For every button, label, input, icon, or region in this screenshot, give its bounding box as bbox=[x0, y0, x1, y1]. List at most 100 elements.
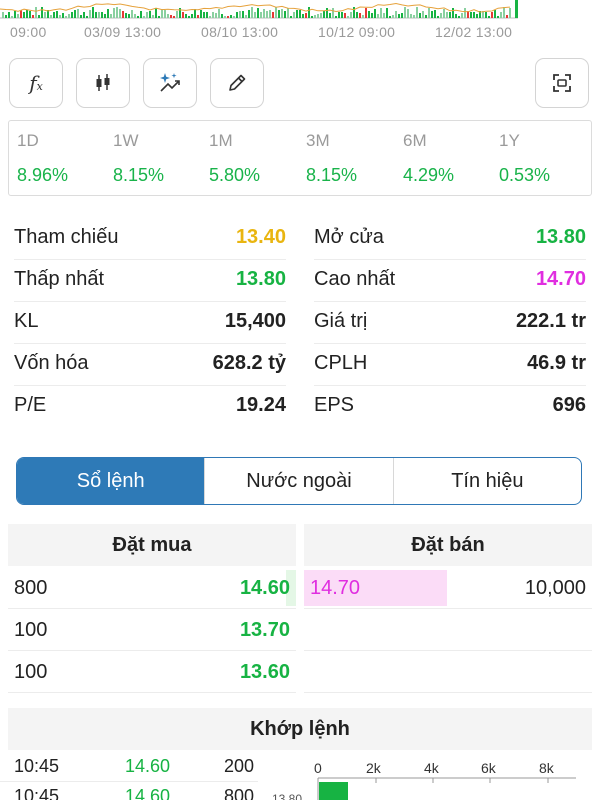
stat-reference: Tham chiếu 13.40 bbox=[14, 218, 286, 260]
strip-volume-bar bbox=[476, 14, 478, 18]
stat-low: Thấp nhất 13.80 bbox=[14, 260, 286, 302]
performance-1m[interactable]: 1M 5.80% bbox=[209, 131, 299, 186]
strip-volume-bar bbox=[347, 16, 349, 18]
performance-6m[interactable]: 6M 4.29% bbox=[403, 131, 493, 186]
stat-open: Mở cửa 13.80 bbox=[314, 218, 586, 260]
strip-volume-bar bbox=[488, 16, 490, 18]
stat-pe: P/E 19.24 bbox=[14, 386, 286, 428]
strip-volume-bar bbox=[107, 9, 109, 18]
strip-volume-bar bbox=[116, 7, 118, 18]
period-change: 4.29% bbox=[403, 165, 455, 185]
strip-volume-bar bbox=[173, 16, 175, 18]
buy-row[interactable]: 100 13.70 bbox=[8, 610, 296, 651]
strip-volume-bar bbox=[110, 14, 112, 18]
strip-volume-bar bbox=[398, 14, 400, 18]
strip-volume-bar bbox=[281, 9, 283, 18]
period-change: 8.15% bbox=[306, 165, 358, 185]
strip-volume-bar bbox=[77, 9, 79, 18]
strip-volume-bar bbox=[74, 10, 76, 18]
time-label: 09:00 bbox=[10, 24, 47, 40]
strip-volume-bar bbox=[197, 15, 199, 18]
indicator-button[interactable]: fx bbox=[9, 58, 63, 108]
buy-volume: 100 bbox=[14, 661, 48, 683]
price-level-tick: 13.80 bbox=[272, 792, 303, 800]
strip-volume-bar bbox=[500, 12, 502, 18]
strip-volume-bar bbox=[98, 12, 100, 18]
stat-value: 628.2 tỷ bbox=[212, 352, 286, 374]
strip-volume-bar bbox=[362, 15, 364, 18]
strip-volume-bar bbox=[14, 11, 16, 18]
stat-label: Vốn hóa bbox=[14, 352, 89, 374]
performance-3m[interactable]: 3M 8.15% bbox=[306, 131, 396, 186]
strip-volume-bar bbox=[2, 12, 4, 18]
stat-value: 13.40 bbox=[235, 226, 286, 248]
candlestick-button[interactable] bbox=[76, 58, 130, 108]
strip-volume-bar bbox=[242, 11, 244, 18]
performance-1w[interactable]: 1W 8.15% bbox=[113, 131, 203, 186]
strip-volume-bar bbox=[17, 14, 19, 18]
stat-value-traded: Giá trị 222.1 tr bbox=[314, 302, 586, 344]
strip-volume-bar bbox=[260, 12, 262, 18]
tab-signals[interactable]: Tín hiệu bbox=[392, 458, 581, 504]
stat-value: 696 bbox=[552, 394, 586, 416]
strip-volume-bar bbox=[266, 11, 268, 18]
strip-volume-bar bbox=[404, 7, 406, 18]
matched-row: 10:45 14.60 800 bbox=[0, 782, 258, 800]
strip-volume-bar bbox=[323, 11, 325, 18]
strip-volume-bar bbox=[464, 8, 466, 18]
strip-volume-bar bbox=[389, 16, 391, 18]
strip-volume-bar bbox=[254, 12, 256, 18]
sell-row-empty bbox=[304, 610, 592, 651]
strip-volume-bar bbox=[140, 11, 142, 18]
performance-1d[interactable]: 1D 8.96% bbox=[17, 131, 107, 186]
strip-volume-bar bbox=[491, 12, 493, 18]
strip-volume-bar bbox=[122, 11, 124, 18]
strip-volume-bar bbox=[11, 16, 13, 18]
price-chart-strip[interactable] bbox=[0, 0, 600, 22]
matched-price: 14.60 bbox=[125, 756, 171, 776]
strip-volume-bar bbox=[341, 12, 343, 18]
performance-1y[interactable]: 1Y 0.53% bbox=[499, 131, 589, 186]
candlestick-icon bbox=[96, 74, 110, 91]
buy-row[interactable]: 100 13.60 bbox=[8, 652, 296, 693]
strip-volume-bar bbox=[170, 15, 172, 18]
strip-volume-bar bbox=[272, 12, 274, 18]
strip-volume-bar bbox=[203, 12, 205, 18]
period-change: 5.80% bbox=[209, 165, 261, 185]
strip-volume-bar bbox=[320, 13, 322, 18]
strip-volume-bar bbox=[419, 13, 421, 18]
strip-volume-bar bbox=[83, 12, 85, 18]
tab-foreign[interactable]: Nước ngoài bbox=[204, 458, 392, 504]
strip-volume-bar bbox=[221, 14, 223, 18]
strip-volume-bar bbox=[224, 16, 226, 18]
strip-volume-bar bbox=[215, 13, 217, 18]
sell-volume: 10,000 bbox=[524, 577, 586, 599]
strip-volume-bar bbox=[287, 8, 289, 18]
ai-tools-button[interactable] bbox=[143, 58, 197, 108]
matched-time: 10:45 bbox=[14, 756, 60, 776]
sell-header: Đặt bán bbox=[304, 524, 592, 566]
strip-volume-bar bbox=[308, 7, 310, 18]
scan-button[interactable] bbox=[535, 58, 589, 108]
stat-value: 46.9 tr bbox=[527, 352, 586, 374]
draw-button[interactable] bbox=[210, 58, 264, 108]
stat-label: Giá trị bbox=[314, 310, 368, 332]
stat-value: 13.80 bbox=[535, 226, 586, 248]
strip-volume-bar bbox=[461, 13, 463, 18]
strip-volume-bar bbox=[503, 7, 505, 18]
strip-volume-bar bbox=[62, 13, 64, 18]
strip-volume-bar bbox=[32, 15, 34, 18]
strip-volume-bar bbox=[329, 13, 331, 18]
period-change: 8.15% bbox=[113, 165, 165, 185]
strip-volume-bar bbox=[263, 9, 265, 18]
matched-header: Khớp lệnh bbox=[8, 708, 592, 750]
strip-volume-bar bbox=[497, 16, 499, 18]
sell-row[interactable]: 14.70 10,000 bbox=[304, 568, 592, 609]
strip-volume-bar bbox=[29, 11, 31, 18]
strip-volume-bar bbox=[443, 9, 445, 18]
buy-row[interactable]: 800 14.60 bbox=[8, 568, 296, 609]
tab-order-book[interactable]: Sổ lệnh bbox=[17, 458, 205, 504]
stat-label: Mở cửa bbox=[314, 226, 384, 248]
stat-label: KL bbox=[14, 310, 39, 332]
stat-value: 14.70 bbox=[535, 268, 586, 290]
